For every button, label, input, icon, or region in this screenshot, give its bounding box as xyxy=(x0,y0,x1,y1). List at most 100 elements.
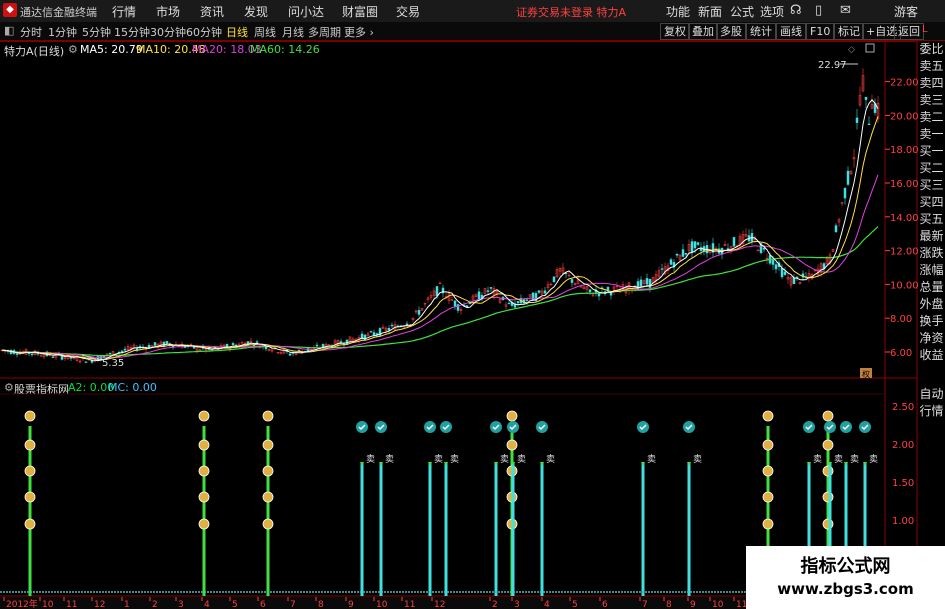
coin-icon xyxy=(262,465,274,477)
coin-icon xyxy=(762,410,774,422)
sidebar-item-4[interactable]: 卖二 xyxy=(918,109,945,126)
sidebar-item-2[interactable]: 卖四 xyxy=(918,75,945,92)
coin-icon xyxy=(198,410,210,422)
sidebar-item-16[interactable]: 换手 xyxy=(918,313,945,330)
sidebar-item-9[interactable]: 买四 xyxy=(918,194,945,211)
sidebar-item-14[interactable]: 总量 xyxy=(918,279,945,296)
coin-icon xyxy=(762,439,774,451)
sidebar-item-17[interactable]: 净资 xyxy=(918,330,945,347)
sidebar-item-1[interactable]: 卖五 xyxy=(918,58,945,75)
sidebar-item-6[interactable]: 买一 xyxy=(918,143,945,160)
coin-icon xyxy=(198,465,210,477)
quote-sidebar-sub: 自动 行情 xyxy=(918,386,945,420)
date-tick-7: 4 xyxy=(204,600,210,609)
sidebar-item-8[interactable]: 买三 xyxy=(918,177,945,194)
date-tick-17: 3 xyxy=(514,600,520,609)
low-label: 5.35 xyxy=(102,358,124,369)
high-marker: 22.97 xyxy=(818,60,858,71)
date-tick-2: 11 xyxy=(66,600,77,609)
date-tick-24: 10 xyxy=(712,600,724,609)
ma5-line xyxy=(1,99,879,362)
sidebar-item-5[interactable]: 卖一 xyxy=(918,126,945,143)
date-tick-14: 11 xyxy=(404,600,415,609)
sell-label: 卖 xyxy=(546,454,555,465)
sell-label: 卖 xyxy=(517,454,526,465)
coin-icon xyxy=(506,439,518,451)
sell-label: 卖 xyxy=(366,454,375,465)
sell-label: 卖 xyxy=(500,454,509,465)
coin-icon xyxy=(262,410,274,422)
sidebar-sub-item-0[interactable]: 自动 xyxy=(918,386,945,403)
sell-label: 卖 xyxy=(693,454,702,465)
coin-icon xyxy=(198,518,210,530)
coin-icon xyxy=(24,491,36,503)
sidebar-item-7[interactable]: 买二 xyxy=(918,160,945,177)
sell-label: 卖 xyxy=(434,454,443,465)
date-tick-1: 10 xyxy=(42,600,54,609)
sell-label: 卖 xyxy=(813,454,822,465)
indicator-axis: 2.50 2.00 1.50 1.00 xyxy=(892,402,914,527)
sidebar-item-12[interactable]: 涨跌 xyxy=(918,245,945,262)
sell-label: 卖 xyxy=(834,454,843,465)
sidebar-item-15[interactable]: 外盘 xyxy=(918,296,945,313)
date-tick-19: 5 xyxy=(572,600,578,609)
sidebar-item-13[interactable]: 涨幅 xyxy=(918,262,945,279)
kline-chart[interactable]: 22.0020.0018.0016.0014.0012.0010.008.006… xyxy=(0,0,945,609)
coin-icon xyxy=(822,439,834,451)
date-tick-6: 3 xyxy=(178,600,184,609)
date-tick-22: 8 xyxy=(666,600,672,609)
low-marker: 5.35 xyxy=(81,354,124,369)
price-tick-0: 22.00 xyxy=(890,78,919,89)
ind-tick-0: 2.50 xyxy=(892,402,914,413)
ma60-line xyxy=(1,226,879,357)
sell-label: 卖 xyxy=(385,454,394,465)
candlestick-series xyxy=(0,68,880,364)
date-tick-10: 7 xyxy=(290,600,296,609)
sell-label: 卖 xyxy=(647,454,656,465)
coin-icon xyxy=(24,518,36,530)
date-tick-15: 12 xyxy=(434,600,445,609)
sidebar-item-11[interactable]: 最新 xyxy=(918,228,945,245)
weight-marker-label: 权 xyxy=(862,369,870,379)
high-label: 22.97 xyxy=(818,60,847,71)
date-tick-20: 6 xyxy=(602,600,608,609)
ind-tick-3: 1.00 xyxy=(892,516,914,527)
price-tick-3: 16.00 xyxy=(890,179,919,190)
coin-icon xyxy=(262,491,274,503)
date-tick-13: 10 xyxy=(376,600,388,609)
date-tick-18: 4 xyxy=(544,600,550,609)
price-tick-4: 14.00 xyxy=(890,213,919,224)
sidebar-item-18[interactable]: 收益 xyxy=(918,347,945,364)
quote-sidebar: 委比 卖五 卖四 卖三 卖二 卖一 买一 买二 买三 买四 买五 最新 涨跌 涨幅 总量 外盘 换手 净资 收益 xyxy=(918,41,945,364)
price-axis: 22.00 20.00 18.00 16.00 14.00 12.00 10.00 8.00 6… xyxy=(885,78,919,359)
sidebar-item-0[interactable]: 委比 xyxy=(918,41,945,58)
sidebar-sub-item-1[interactable]: 行情 xyxy=(918,403,945,420)
ma10-line xyxy=(1,116,879,360)
date-tick-3: 12 xyxy=(94,600,105,609)
sidebar-item-3[interactable]: 卖三 xyxy=(918,92,945,109)
price-tick-6: 10.00 xyxy=(890,280,919,291)
sell-label: 卖 xyxy=(850,454,859,465)
sell-label: 卖 xyxy=(869,454,878,465)
diamond-icon[interactable]: ◇ xyxy=(848,45,855,55)
date-tick-4: 1 xyxy=(124,600,130,609)
maximize-icon[interactable] xyxy=(865,43,875,53)
coin-icon xyxy=(24,439,36,451)
coin-icon xyxy=(24,465,36,477)
coin-icon xyxy=(762,465,774,477)
site-watermark: 指标公式网 www.zbgs3.com xyxy=(746,546,945,609)
sidebar-item-10[interactable]: 买五 xyxy=(918,211,945,228)
coin-icon xyxy=(198,439,210,451)
date-tick-8: 5 xyxy=(232,600,238,609)
date-tick-23: 9 xyxy=(690,600,696,609)
coin-icon xyxy=(198,491,210,503)
coin-icon xyxy=(762,518,774,530)
date-tick-21: 7 xyxy=(642,600,648,609)
price-tick-1: 20.00 xyxy=(890,111,919,122)
price-tick-5: 12.00 xyxy=(890,247,919,258)
coin-icon xyxy=(822,410,834,422)
ind-tick-1: 2.00 xyxy=(892,440,914,451)
date-tick-0: 2012年 xyxy=(6,598,38,609)
coin-icon xyxy=(262,518,274,530)
watermark-url: www.zbgs3.com xyxy=(777,580,914,598)
